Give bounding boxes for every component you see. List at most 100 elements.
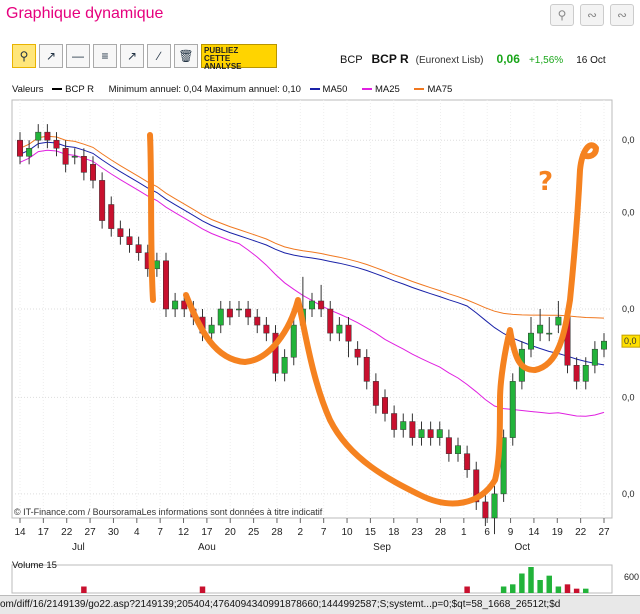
candle-body: [217, 308, 224, 326]
x-tick-label: 4: [134, 527, 140, 538]
candle-body: [153, 260, 160, 270]
x-tick-label: 25: [248, 527, 260, 538]
candle-body: [582, 365, 589, 382]
price-chart[interactable]: 0,00,00,00,00,00,0 14 17 22 27 30 4 7 12 17 20 25 2…: [0, 0, 640, 595]
candle-body: [482, 501, 489, 519]
candle-body: [90, 164, 96, 181]
x-tick-label: 12: [178, 527, 190, 538]
hand-drawn-question-mark: ?: [538, 167, 553, 197]
x-tick-label: 20: [225, 527, 237, 538]
x-tick-label: 7: [157, 527, 163, 538]
y-tick-label: 0,0: [622, 208, 635, 218]
x-tick-label: 23: [412, 527, 424, 538]
x-tick-label: 15: [365, 527, 377, 538]
candle-body: [309, 300, 315, 310]
x-tick-label: 22: [61, 527, 73, 538]
x-tick-label: 2: [298, 527, 304, 538]
candle-body: [537, 324, 544, 334]
candle-body: [327, 308, 334, 334]
x-tick-label: 28: [435, 527, 447, 538]
candle-body: [254, 316, 261, 326]
volume-bar: [464, 586, 470, 593]
x-tick-label: 1: [461, 527, 467, 538]
y-tick-label: 0,0: [622, 489, 635, 499]
x-tick-label: 14: [528, 527, 540, 538]
x-tick-label: 14: [14, 527, 26, 538]
x-tick-label: 30: [108, 527, 120, 538]
candle-body: [464, 453, 471, 471]
x-tick-label: 19: [552, 527, 564, 538]
volume-bar: [583, 588, 589, 593]
volume-label: Volume 15: [12, 560, 57, 571]
month-label: Oct: [514, 542, 530, 553]
candle-body: [418, 429, 425, 438]
candle-body: [491, 493, 498, 519]
candle-body: [290, 324, 297, 358]
candle-body: [135, 244, 142, 253]
chart-credit: © IT-Finance.com / BoursoramaLes informa…: [14, 507, 323, 517]
candle-body: [555, 316, 562, 326]
candle-body: [126, 236, 133, 245]
volume-tick-label: 600: [624, 572, 639, 582]
candle-body: [400, 421, 407, 430]
x-tick-label: 17: [38, 527, 50, 538]
candle-body: [71, 156, 78, 158]
x-tick-label: 17: [201, 527, 213, 538]
candle-body: [509, 381, 516, 438]
volume-bar: [564, 584, 571, 593]
x-tick-label: 28: [271, 527, 283, 538]
volume-bars: 600: [11, 564, 639, 594]
x-tick-label: 22: [575, 527, 587, 538]
candle-body: [363, 356, 370, 382]
candle-body: [226, 308, 233, 318]
volume-bar: [546, 575, 552, 593]
month-label: Aou: [198, 542, 216, 553]
candle-body: [354, 348, 361, 358]
candle-body: [163, 260, 169, 310]
y-tick-label: 0,0: [622, 392, 635, 402]
candle-body: [99, 180, 106, 221]
candle-body: [391, 413, 398, 430]
last-price-label: 0,0: [624, 336, 637, 346]
volume-bar: [528, 567, 534, 593]
candle-body: [573, 365, 580, 382]
candle-body: [436, 429, 443, 438]
chart-axes: 14 17 22 27 30 4 7 12 17 20 25 28 2 7 10 15 18 23 28 1 6 9 14 1…: [14, 518, 610, 553]
volume-bar: [519, 573, 525, 593]
candle-body: [601, 340, 607, 350]
volume-bar: [555, 586, 562, 593]
x-tick-label: 10: [341, 527, 353, 538]
volume-bar: [199, 586, 206, 593]
candle-body: [382, 397, 388, 414]
candle-body: [53, 139, 60, 149]
x-tick-label: 7: [321, 527, 327, 538]
volume-bar: [500, 586, 507, 593]
x-tick-label: 18: [388, 527, 400, 538]
candle-body: [318, 300, 325, 310]
candle-body: [445, 437, 452, 454]
candle-body: [345, 324, 352, 342]
candle-body: [372, 381, 379, 406]
candle-body: [591, 348, 598, 366]
candle-body: [17, 139, 23, 157]
x-tick-label: 27: [85, 527, 97, 538]
candle-body: [80, 156, 87, 173]
volume-bar: [537, 580, 543, 593]
x-tick-label: 27: [598, 527, 610, 538]
candle-body: [427, 429, 434, 438]
y-tick-label: 0,0: [622, 135, 635, 145]
candle-body: [263, 324, 270, 334]
x-tick-label: 6: [484, 527, 490, 538]
status-bar-url: om/diff/16/2149139/go22.asp?2149139;2054…: [0, 595, 640, 614]
month-label: Jul: [72, 542, 85, 553]
candle-body: [546, 332, 553, 335]
month-label: Sep: [373, 542, 391, 553]
candle-body: [455, 445, 461, 454]
candle-body: [281, 356, 288, 374]
candle-body: [245, 308, 252, 318]
candle-body: [172, 300, 179, 310]
volume-bar: [81, 586, 87, 593]
candle-body: [528, 332, 534, 350]
volume-bar: [573, 588, 580, 593]
candle-body: [336, 324, 343, 334]
